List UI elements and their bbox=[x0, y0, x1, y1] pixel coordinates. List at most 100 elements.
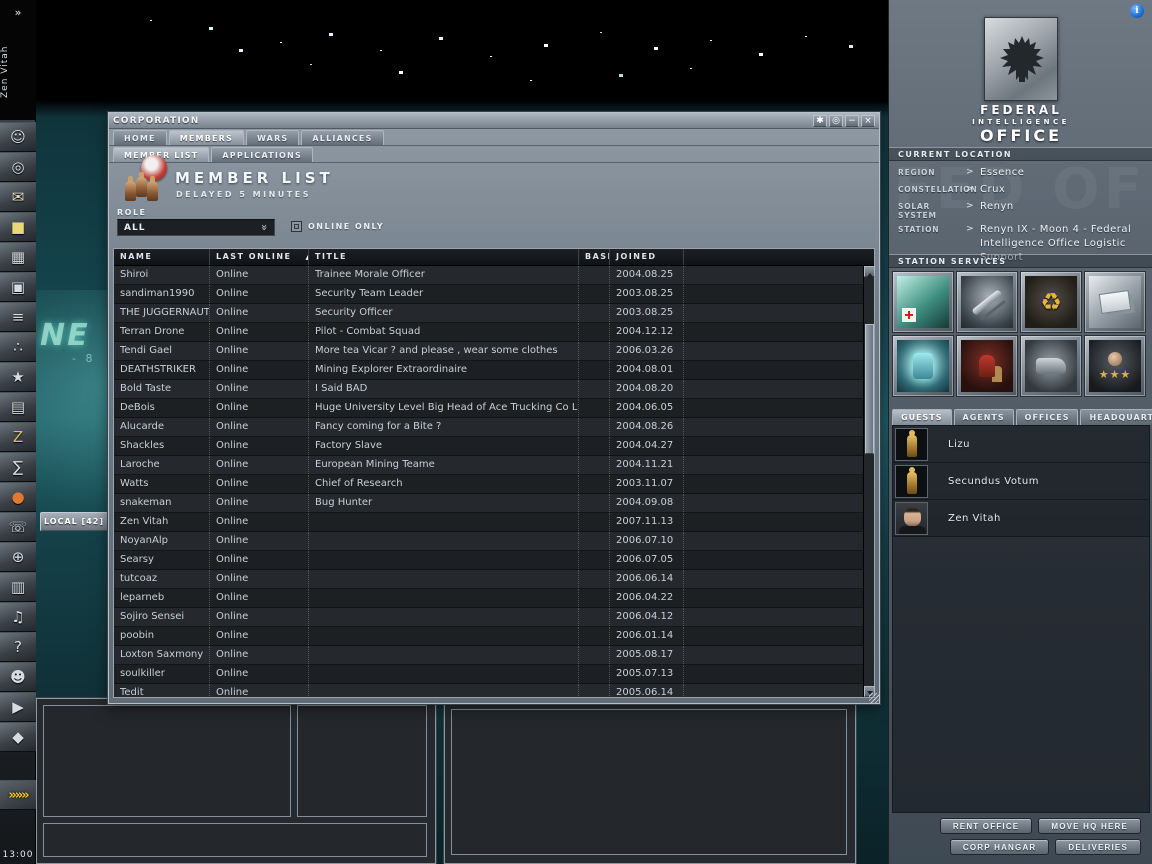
bounty-service-icon[interactable] bbox=[1084, 271, 1146, 333]
table-row[interactable]: Loxton Saxmony Online 2005.08.17 bbox=[114, 646, 863, 665]
table-row[interactable]: Sojiro Sensei Online 2006.04.12 bbox=[114, 608, 863, 627]
scrollbar-thumb[interactable] bbox=[865, 324, 874, 454]
cell-base bbox=[579, 266, 610, 284]
navy-service-icon[interactable]: ★★★ bbox=[1084, 335, 1146, 397]
column-header-name[interactable]: NAME bbox=[114, 249, 210, 265]
cell-base bbox=[579, 304, 610, 322]
info-icon[interactable]: i bbox=[1130, 4, 1144, 18]
role-dropdown[interactable]: ALL » bbox=[117, 219, 275, 236]
table-row[interactable]: Alucarde Online Fancy coming for a Bite ? 2… bbox=[114, 418, 863, 437]
cell-joined: 2007.11.13 bbox=[610, 513, 684, 531]
channels-icon[interactable]: ☏ bbox=[0, 512, 36, 542]
table-row[interactable]: poobin Online 2006.01.14 bbox=[114, 627, 863, 646]
medical-service-icon[interactable] bbox=[892, 271, 954, 333]
cell-joined: 2005.07.13 bbox=[610, 665, 684, 683]
table-row[interactable]: THE JUGGERNAUT Online Security Officer 2003… bbox=[114, 304, 863, 323]
wallet-icon[interactable]: Z bbox=[0, 422, 36, 452]
browser-icon[interactable]: ⊕ bbox=[0, 542, 36, 572]
notepad-icon[interactable]: ■ bbox=[0, 212, 36, 242]
table-row[interactable]: DEATHSTRIKER Online Mining Explorer Extrao… bbox=[114, 361, 863, 380]
people-and-places-icon[interactable]: ◎ bbox=[0, 152, 36, 182]
evemail-icon[interactable]: ✉ bbox=[0, 182, 36, 212]
minimize-icon[interactable]: − bbox=[845, 114, 859, 127]
close-icon[interactable]: × bbox=[861, 114, 875, 127]
fitting-service-icon[interactable] bbox=[892, 335, 954, 397]
help-icon[interactable]: ● bbox=[0, 482, 36, 512]
deliveries-button[interactable]: DELIVERIES bbox=[1055, 839, 1141, 855]
assets-icon[interactable]: ▤ bbox=[0, 392, 36, 422]
subtab-applications[interactable]: APPLICATIONS bbox=[211, 147, 313, 162]
tab-offices[interactable]: OFFICES bbox=[1015, 409, 1079, 425]
table-row[interactable]: NoyanAlp Online 2006.07.10 bbox=[114, 532, 863, 551]
opacity-icon[interactable]: ◎ bbox=[829, 114, 843, 127]
tab-headquarters[interactable]: HEADQUARTERS bbox=[1080, 409, 1152, 425]
station-corp-logo[interactable] bbox=[984, 17, 1058, 101]
neocom-expand-icon[interactable]: » bbox=[0, 0, 36, 19]
tab-guests[interactable]: GUESTS bbox=[892, 409, 952, 425]
guest-row[interactable]: Zen Vitah bbox=[893, 500, 1149, 537]
location-value[interactable]: Renyn bbox=[980, 200, 1146, 220]
column-header-joined[interactable]: JOINED bbox=[610, 249, 684, 265]
resize-grip[interactable] bbox=[869, 693, 879, 703]
location-value[interactable]: Essence bbox=[980, 166, 1146, 180]
scrollbar[interactable] bbox=[863, 266, 875, 697]
factory-service-icon[interactable] bbox=[1020, 335, 1082, 397]
cell-last_online: Online bbox=[210, 285, 309, 303]
items-icon[interactable]: ▦ bbox=[0, 242, 36, 272]
tab-agents[interactable]: AGENTS bbox=[953, 409, 1014, 425]
table-row[interactable]: Watts Online Chief of Research 2003.11.07 bbox=[114, 475, 863, 494]
table-row[interactable]: Zen Vitah Online 2007.11.13 bbox=[114, 513, 863, 532]
rent-office-button[interactable]: RENT OFFICE bbox=[939, 818, 1033, 834]
character-customization-icon[interactable]: ☻ bbox=[0, 662, 36, 692]
table-row[interactable]: soulkiller Online 2005.07.13 bbox=[114, 665, 863, 684]
location-value[interactable]: Crux bbox=[980, 183, 1146, 197]
guest-row[interactable]: Secundus Votum bbox=[893, 463, 1149, 500]
table-row[interactable]: Searsy Online 2006.07.05 bbox=[114, 551, 863, 570]
table-row[interactable]: Tendi Gael Online More tea Vicar ? and ple… bbox=[114, 342, 863, 361]
tab-wars[interactable]: WARS bbox=[246, 130, 300, 145]
repairshop-service-icon[interactable] bbox=[956, 271, 1018, 333]
cell-last_online: Online bbox=[210, 532, 309, 550]
move-hq-here-button[interactable]: MOVE HQ HERE bbox=[1038, 818, 1141, 834]
table-row[interactable]: Laroche Online European Mining Teame 2004.1… bbox=[114, 456, 863, 475]
tab-home[interactable]: HOME bbox=[113, 130, 167, 145]
ship-hangar-icon[interactable]: ▶ bbox=[0, 692, 36, 722]
table-row[interactable]: Bold Taste Online I Said BAD 2004.08.20 bbox=[114, 380, 863, 399]
insurance-service-icon[interactable] bbox=[956, 335, 1018, 397]
table-row[interactable]: sandiman1990 Online Security Team Leader 20… bbox=[114, 285, 863, 304]
column-header-last-online[interactable]: LAST ONLINE▲ bbox=[210, 249, 309, 265]
member-list-header: MEMBER LIST DELAYED 5 MINUTES bbox=[109, 155, 879, 208]
table-row[interactable]: Tedit Online 2005.06.14 bbox=[114, 684, 863, 697]
local-chat-tab[interactable]: LOCAL [42] bbox=[40, 512, 108, 531]
corp-hangar-button[interactable]: CORP HANGAR bbox=[949, 839, 1050, 855]
table-row[interactable]: DeBois Online Huge University Level Big He… bbox=[114, 399, 863, 418]
table-row[interactable]: leparneb Online 2006.04.22 bbox=[114, 589, 863, 608]
journal-icon[interactable]: ▥ bbox=[0, 572, 36, 602]
pin-icon[interactable]: ✱ bbox=[813, 114, 827, 127]
aura-help-icon[interactable]: ? bbox=[0, 632, 36, 662]
table-row[interactable]: Shackles Online Factory Slave 2004.04.27 bbox=[114, 437, 863, 456]
news-icon[interactable]: ≡ bbox=[0, 302, 36, 332]
insurance-icon[interactable]: ◆ bbox=[0, 722, 36, 752]
online-only-filter[interactable]: ONLINE ONLY bbox=[291, 221, 384, 232]
fleet-icon[interactable]: ∴ bbox=[0, 332, 36, 362]
online-only-checkbox[interactable] bbox=[291, 221, 302, 232]
table-row[interactable]: snakeman Online Bug Hunter 2004.09.08 bbox=[114, 494, 863, 513]
market-icon[interactable]: ∑ bbox=[0, 452, 36, 482]
guest-row[interactable]: Lizu bbox=[893, 426, 1149, 463]
character-sheet-icon[interactable]: ☺ bbox=[0, 122, 36, 152]
tab-members[interactable]: MEMBERS bbox=[168, 130, 245, 145]
table-row[interactable]: Shiroi Online Trainee Morale Officer 2004.0… bbox=[114, 266, 863, 285]
window-titlebar[interactable]: CORPORATION ✱ ◎ − × bbox=[109, 113, 879, 129]
column-header-title[interactable]: TITLE bbox=[309, 249, 579, 265]
jukebox-icon[interactable]: ♫ bbox=[0, 602, 36, 632]
scroll-up-icon[interactable] bbox=[864, 266, 875, 277]
reprocessing-service-icon[interactable]: ♻ bbox=[1020, 271, 1082, 333]
station-monitor-icon[interactable]: ▣ bbox=[0, 272, 36, 302]
autopilot-icon[interactable]: »»» bbox=[0, 780, 36, 810]
table-row[interactable]: tutcoaz Online 2006.06.14 bbox=[114, 570, 863, 589]
tab-alliances[interactable]: ALLIANCES bbox=[301, 130, 384, 145]
standings-icon[interactable]: ★ bbox=[0, 362, 36, 392]
column-header-base[interactable]: BASE bbox=[579, 249, 610, 265]
table-row[interactable]: Terran Drone Online Pilot - Combat Squad 20… bbox=[114, 323, 863, 342]
